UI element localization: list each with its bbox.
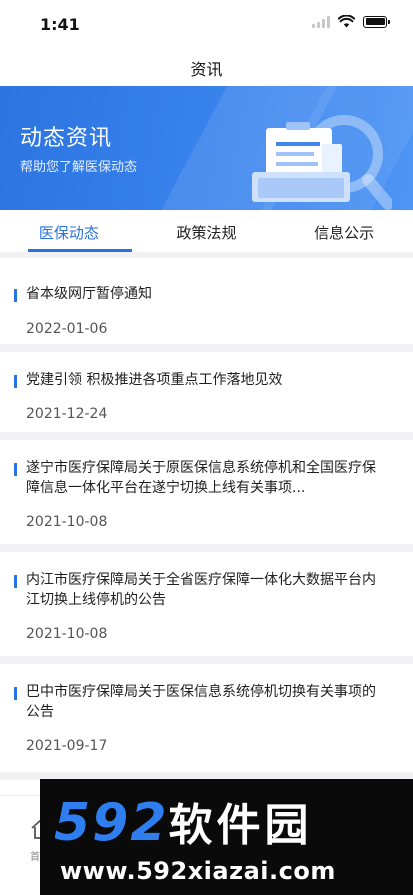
document-folder-icon <box>252 115 392 210</box>
banner: 动态资讯 帮助您了解医保动态 <box>0 86 413 210</box>
news-date: 2022-01-06 <box>26 321 108 337</box>
category-tabs: 医保动态 政策法规 信息公示 <box>0 210 413 252</box>
cellular-signal-icon <box>312 15 330 28</box>
banner-title: 动态资讯 <box>20 126 113 151</box>
news-title: 内江市医疗保障局关于全省医疗保障一体化大数据平台内江切换上线停机的公告 <box>26 572 376 608</box>
news-date: 2021-10-08 <box>26 626 108 642</box>
news-item[interactable]: 遂宁市医疗保障局关于原医保信息系统停机和全国医疗保障信息一体化平台在遂宁切换上线… <box>0 440 413 544</box>
tab-policies[interactable]: 政策法规 <box>138 210 276 252</box>
news-item[interactable]: 省本级网厅暂停通知 2022-01-06 <box>0 258 413 344</box>
news-item[interactable]: 巴中市医疗保障局关于医保信息系统停机切换有关事项的公告 2021-09-17 <box>0 664 413 772</box>
news-item[interactable]: 党建引领 积极推进各项重点工作落地见效 2021-12-24 <box>0 352 413 432</box>
news-item[interactable]: 内江市医疗保障局关于全省医疗保障一体化大数据平台内江切换上线停机的公告 2021… <box>0 552 413 656</box>
banner-subtitle: 帮助您了解医保动态 <box>20 160 138 175</box>
tab-medical-insurance-news[interactable]: 医保动态 <box>0 210 138 252</box>
news-list: 省本级网厅暂停通知 2022-01-06 党建引领 积极推进各项重点工作落地见效… <box>0 252 413 840</box>
watermark-url: www.592xiazai.com <box>60 857 336 885</box>
watermark-logo: 592软件园 <box>54 793 313 853</box>
news-date: 2021-10-08 <box>26 514 108 530</box>
news-title: 省本级网厅暂停通知 <box>26 286 152 302</box>
news-title: 党建引领 积极推进各项重点工作落地见效 <box>26 372 283 388</box>
page-title: 资讯 <box>190 60 223 79</box>
status-icons <box>312 15 390 28</box>
news-title: 巴中市医疗保障局关于医保信息系统停机切换有关事项的公告 <box>26 684 376 720</box>
news-title: 遂宁市医疗保障局关于原医保信息系统停机和全国医疗保障信息一体化平台在遂宁切换上线… <box>26 460 376 496</box>
news-date: 2021-12-24 <box>26 406 108 422</box>
watermark: 592软件园 www.592xiazai.com <box>40 779 413 895</box>
tab-public-notices[interactable]: 信息公示 <box>275 210 413 252</box>
battery-icon <box>363 15 390 28</box>
news-date: 2021-09-17 <box>26 738 108 754</box>
status-time: 1:41 <box>40 15 80 34</box>
wifi-icon <box>338 15 355 28</box>
status-bar: 1:41 <box>0 0 413 46</box>
